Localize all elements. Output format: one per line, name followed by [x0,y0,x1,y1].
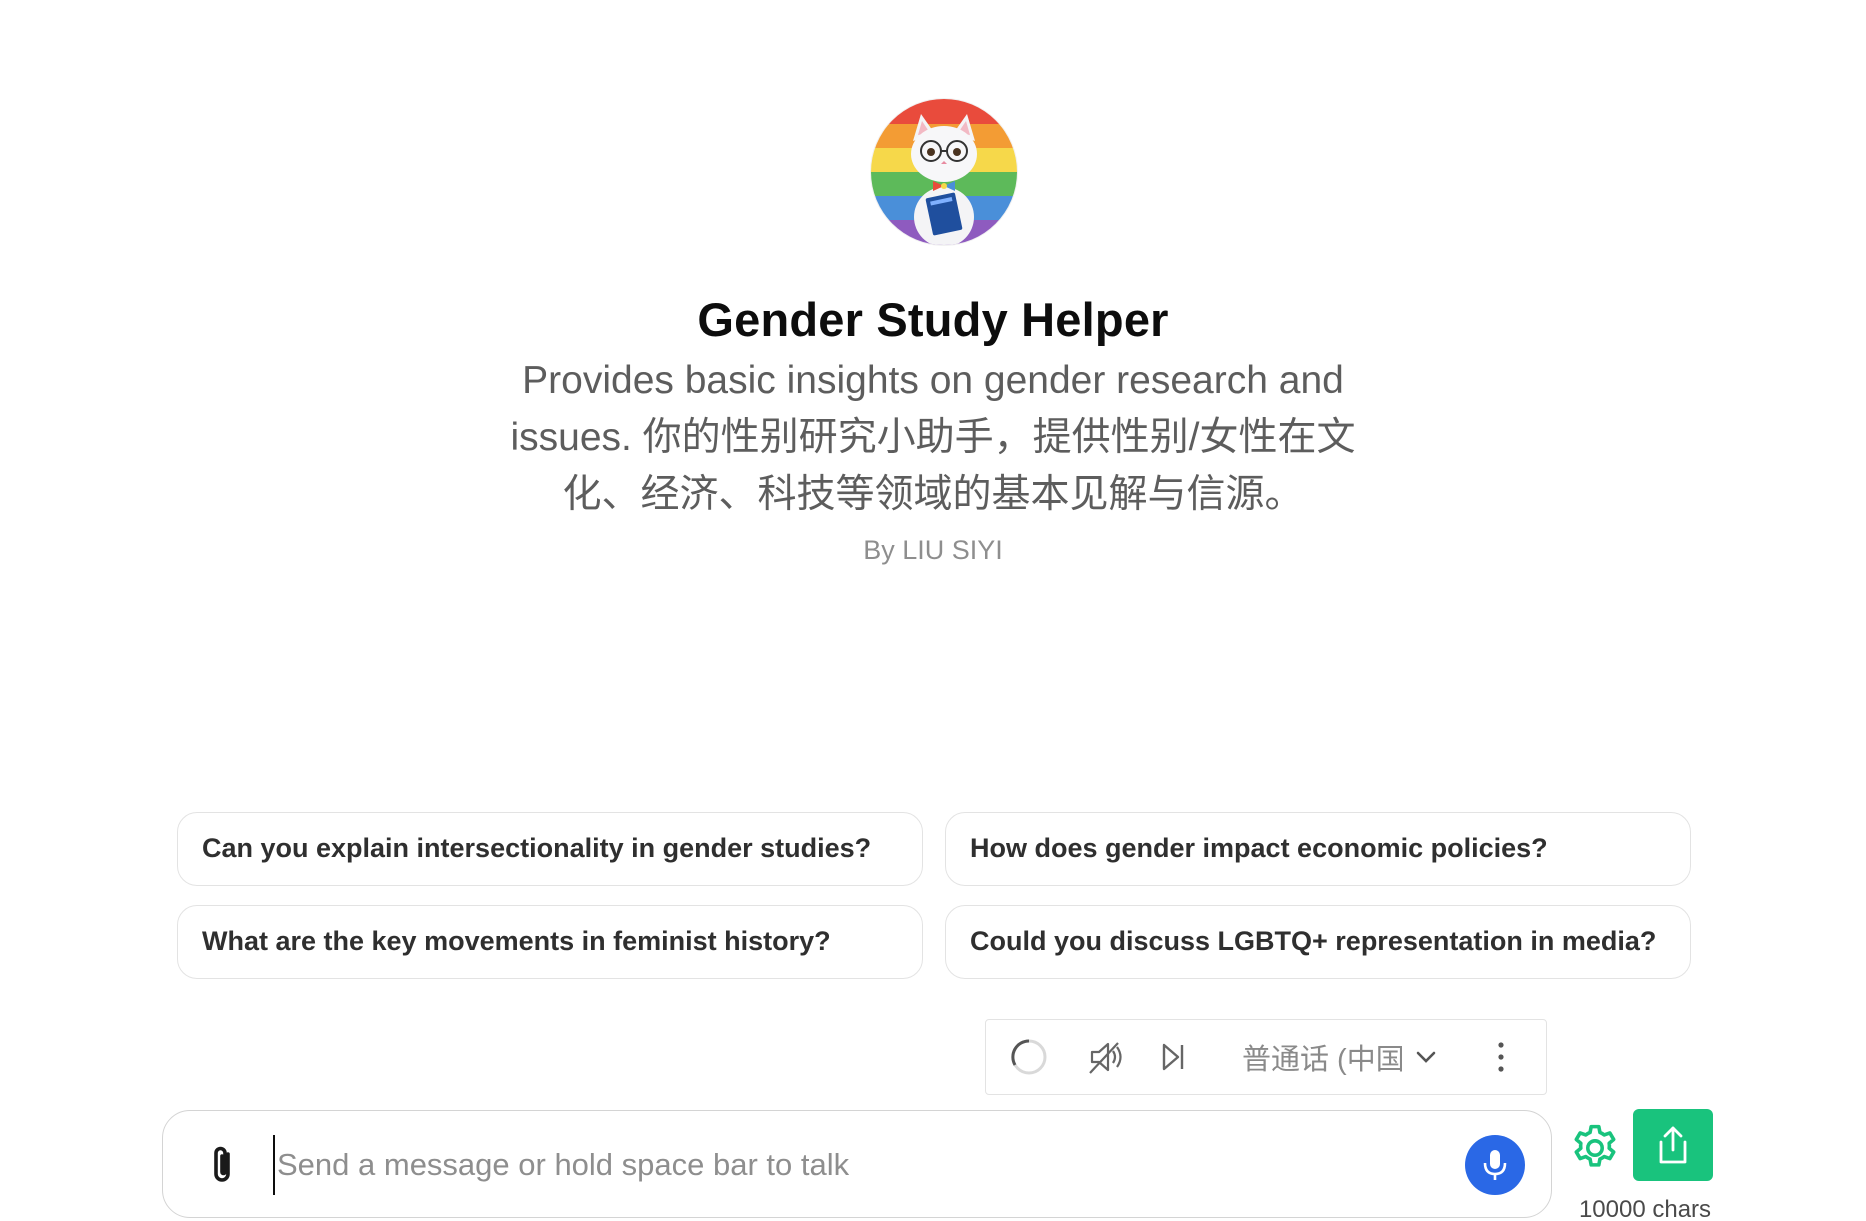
paperclip-icon[interactable] [201,1141,245,1189]
char-counter: 10000 chars [1578,1196,1712,1221]
microphone-icon [1483,1150,1507,1180]
message-composer [162,1110,1552,1218]
gear-icon [1574,1124,1616,1167]
gpt-description: Provides basic insights on gender resear… [510,359,1356,516]
message-input[interactable] [273,1135,1319,1195]
conversation-starter[interactable]: What are the key movements in feminist h… [177,905,923,979]
speaker-muted-icon[interactable] [1084,1020,1134,1093]
gpt-author: By LIU SIYI [863,535,1003,565]
share-icon [1659,1126,1687,1164]
loading-spinner-icon [1004,1020,1054,1093]
conversation-starter[interactable]: Could you discuss LGBTQ+ representation … [945,905,1691,979]
skip-next-icon[interactable] [1154,1020,1194,1093]
gpt-avatar [871,99,1017,245]
conversation-starter[interactable]: Can you explain intersectionality in gen… [177,812,923,886]
gpt-chat-page: Gender Study Helper Provides basic insig… [0,0,1866,1221]
voice-toolbar: 普通话 (中国大陆) [985,1019,1547,1095]
language-select-value: 普通话 (中国大陆) [1242,1043,1402,1076]
gpt-title: Gender Study Helper [697,293,1169,346]
share-button[interactable] [1633,1109,1713,1181]
more-vertical-icon[interactable] [1486,1020,1516,1093]
settings-button[interactable] [1567,1120,1623,1176]
chevron-down-icon[interactable] [1414,1020,1444,1093]
microphone-button[interactable] [1465,1135,1525,1195]
rainbow-cat-avatar-icon [871,99,1017,245]
language-select[interactable]: 普通话 (中国大陆) [1242,1020,1442,1093]
conversation-starter[interactable]: How does gender impact economic policies… [945,812,1691,886]
